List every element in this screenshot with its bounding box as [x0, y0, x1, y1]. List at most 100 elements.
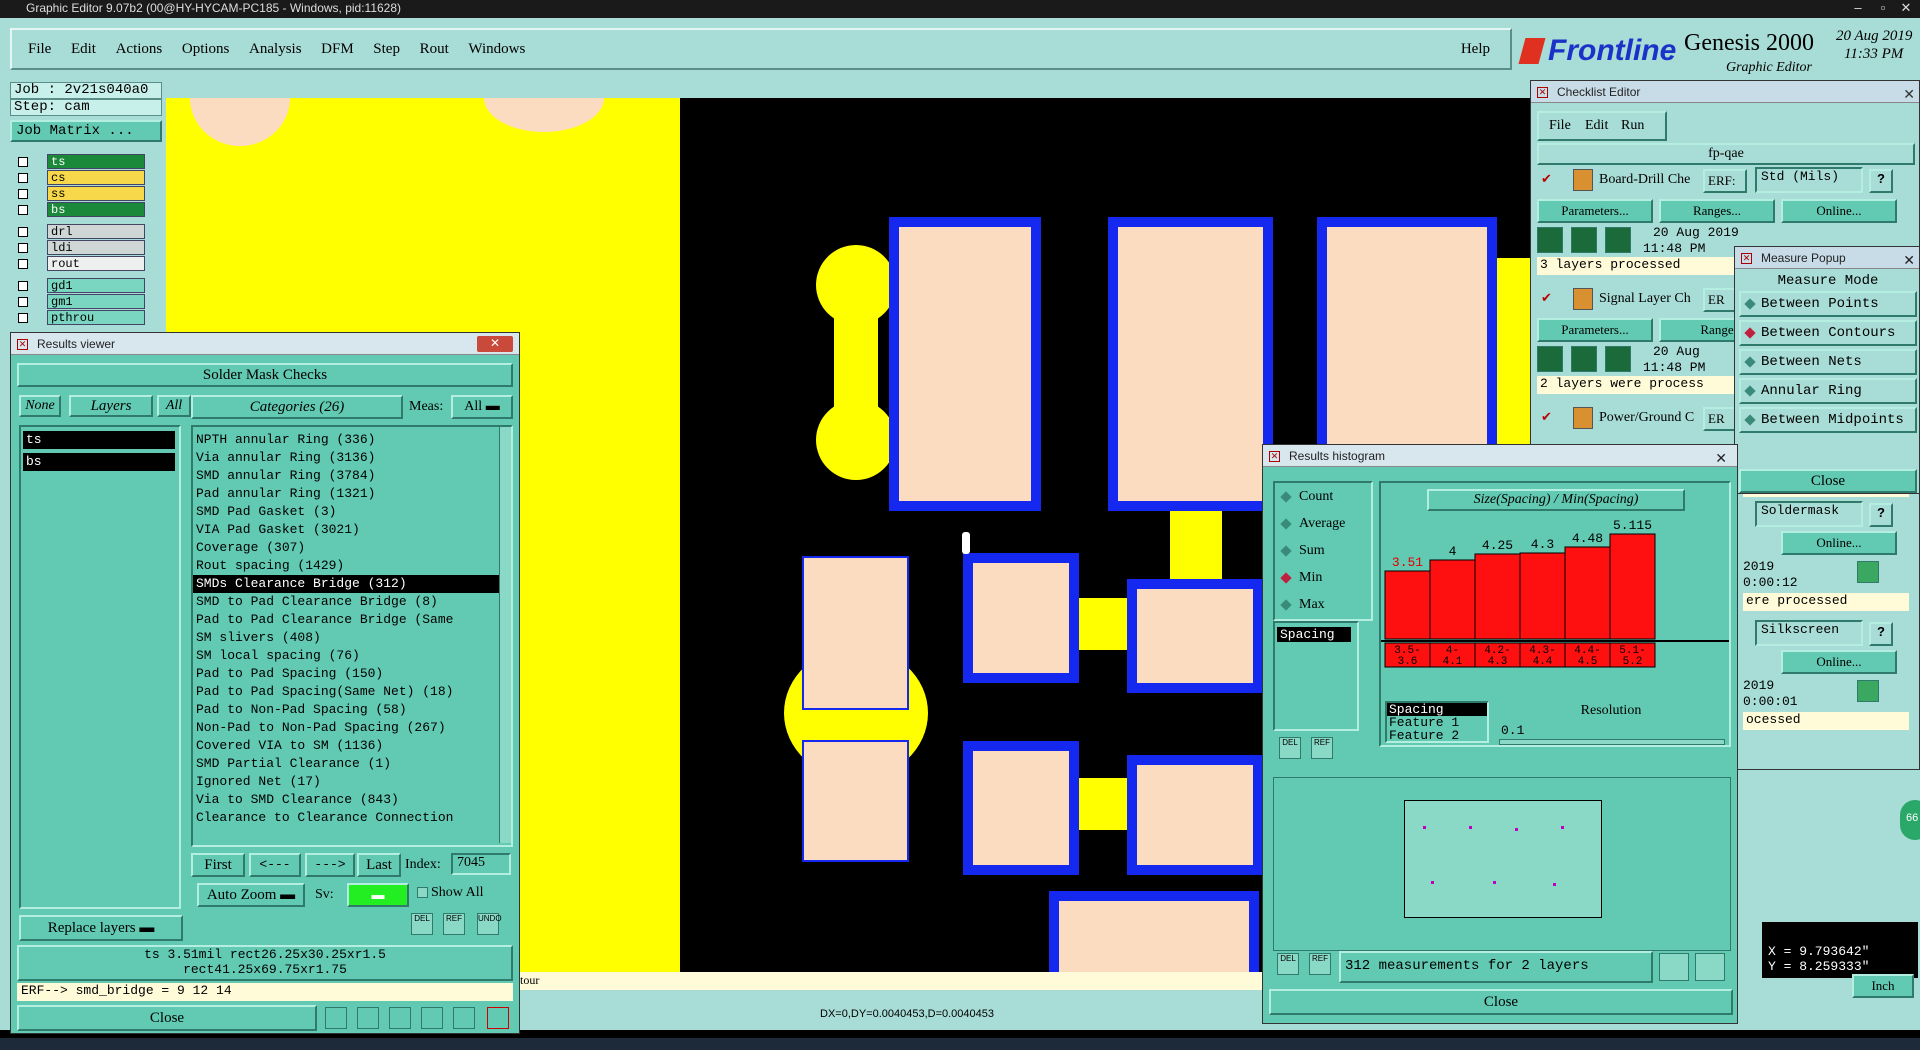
checklist-item-label[interactable]: Signal Layer Ch: [1599, 291, 1691, 307]
category-item[interactable]: Pad to Pad Spacing(Same Net) (18): [193, 683, 511, 701]
menu-step[interactable]: Step: [365, 30, 408, 68]
close-icon[interactable]: ✕: [1903, 83, 1915, 105]
category-item[interactable]: SM local spacing (76): [193, 647, 511, 665]
checklist-item-label[interactable]: Board-Drill Che: [1599, 172, 1690, 188]
category-item[interactable]: Via annular Ring (3136): [193, 449, 511, 467]
histogram-attr-item[interactable]: Feature 2: [1387, 729, 1487, 742]
layer-row[interactable]: drl: [14, 224, 145, 240]
hist-ref-button[interactable]: REF: [1311, 737, 1333, 759]
category-item[interactable]: Pad to Pad Clearance Bridge (Same: [193, 611, 511, 629]
parameters-button[interactable]: Parameters...: [1537, 199, 1653, 223]
measure-mode-option[interactable]: Between Nets: [1739, 349, 1917, 375]
layer-name[interactable]: gm1: [47, 294, 145, 309]
histogram-close-button[interactable]: Close: [1269, 989, 1733, 1015]
check-icon[interactable]: ✔: [1541, 171, 1552, 187]
zoom-icon[interactable]: [1857, 680, 1879, 702]
layer-name[interactable]: ldi: [47, 240, 145, 255]
category-item[interactable]: SMD annular Ring (3784): [193, 467, 511, 485]
measure-mode-option[interactable]: Between Points: [1739, 291, 1917, 317]
histogram-mode-option[interactable]: Max: [1279, 597, 1325, 613]
layer-row[interactable]: gd1: [14, 278, 145, 294]
zoom-fit-icon[interactable]: [1659, 953, 1689, 981]
histogram-mode-option[interactable]: Sum: [1279, 543, 1325, 559]
category-item[interactable]: SM slivers (408): [193, 629, 511, 647]
menu-windows[interactable]: Windows: [460, 30, 533, 68]
all-button[interactable]: All: [157, 395, 191, 417]
layer-name[interactable]: drl: [47, 224, 145, 239]
histogram-bar[interactable]: [1609, 533, 1656, 640]
category-item[interactable]: SMDs Clearance Bridge (312): [193, 575, 511, 593]
index-input[interactable]: 7045: [451, 853, 511, 875]
check-icon[interactable]: ✔: [1541, 290, 1552, 306]
resolution-slider[interactable]: [1499, 739, 1725, 745]
check-icon[interactable]: ✔: [1541, 409, 1552, 425]
category-item[interactable]: SMD to Pad Clearance Bridge (8): [193, 593, 511, 611]
layer-name[interactable]: ss: [47, 186, 145, 201]
prev-ref-button[interactable]: REF: [1309, 953, 1331, 975]
histogram-attr-list[interactable]: Spacing Feature 1 Feature 2: [1385, 701, 1489, 743]
category-item[interactable]: SMD Partial Clearance (1): [193, 755, 511, 773]
layer-results-list[interactable]: ts bs: [19, 425, 181, 909]
layer-row[interactable]: gm1: [14, 294, 145, 310]
layer-checkbox[interactable]: [18, 157, 28, 167]
histogram-bar[interactable]: [1429, 559, 1476, 640]
checklist-item-label[interactable]: Power/Ground C: [1599, 410, 1694, 426]
categories-button[interactable]: Categories (26): [191, 395, 403, 419]
prev-button[interactable]: <---: [249, 853, 301, 877]
help-icon[interactable]: ?: [1869, 169, 1893, 193]
ref-button[interactable]: REF: [443, 913, 465, 935]
layer-row[interactable]: ldi: [14, 240, 145, 256]
layer-checkbox[interactable]: [18, 313, 28, 323]
prev-del-button[interactable]: DEL: [1277, 953, 1299, 975]
layer-name[interactable]: ts: [47, 154, 145, 169]
help-icon[interactable]: ?: [1869, 503, 1893, 527]
replace-layers-select[interactable]: Replace layers ▬: [19, 915, 183, 941]
histogram-bar[interactable]: [1519, 552, 1566, 640]
measure-mode-option[interactable]: Between Midpoints: [1739, 407, 1917, 433]
erf-value[interactable]: Soldermask: [1755, 501, 1863, 527]
meas-select[interactable]: All ▬: [451, 395, 513, 419]
run-all-icon[interactable]: [1605, 346, 1631, 372]
next-button[interactable]: --->: [305, 853, 355, 877]
online-button[interactable]: Online...: [1781, 199, 1897, 223]
histogram-list[interactable]: Spacing: [1273, 621, 1359, 731]
category-item[interactable]: Via to SMD Clearance (843): [193, 791, 511, 809]
menu-actions[interactable]: Actions: [108, 30, 171, 68]
none-button[interactable]: None: [19, 395, 61, 417]
preview-map[interactable]: [1404, 800, 1602, 918]
last-button[interactable]: Last: [357, 853, 401, 877]
layer-name[interactable]: gd1: [47, 278, 145, 293]
ranges-button[interactable]: Ranges...: [1659, 199, 1775, 223]
menu-help[interactable]: Help: [1453, 30, 1498, 68]
menu-file[interactable]: File: [20, 30, 59, 68]
histogram-bar[interactable]: [1564, 546, 1611, 640]
category-item[interactable]: VIA Pad Gasket (3021): [193, 521, 511, 539]
help-icon[interactable]: ?: [1869, 622, 1893, 646]
erf-value[interactable]: Silkscreen: [1755, 620, 1863, 646]
layer-checkbox[interactable]: [18, 189, 28, 199]
minimize-button[interactable]: ‒: [1845, 0, 1871, 16]
histogram-bar[interactable]: [1474, 553, 1521, 640]
histogram-mode-option[interactable]: Count: [1279, 489, 1333, 505]
online-button[interactable]: Online...: [1781, 650, 1897, 674]
layer-name[interactable]: pthrou: [47, 310, 145, 325]
online-button[interactable]: Online...: [1781, 531, 1897, 555]
menu-analysis[interactable]: Analysis: [241, 30, 310, 68]
category-item[interactable]: Pad annular Ring (1321): [193, 485, 511, 503]
checklist-menu-run[interactable]: Run: [1621, 118, 1644, 134]
layer-checkbox[interactable]: [18, 297, 28, 307]
checklist-menu-file[interactable]: File: [1549, 118, 1571, 134]
layer-checkbox[interactable]: [18, 281, 28, 291]
zoom-select-icon[interactable]: [1695, 953, 1725, 981]
first-button[interactable]: First: [191, 853, 245, 877]
parameters-button[interactable]: Parameters...: [1537, 318, 1653, 342]
layer-name[interactable]: bs: [47, 202, 145, 217]
histogram-mode-option[interactable]: Average: [1279, 516, 1345, 532]
category-item[interactable]: Covered VIA to SM (1136): [193, 737, 511, 755]
undo-button[interactable]: UNDO: [477, 913, 502, 935]
histogram-list-item[interactable]: Spacing: [1277, 627, 1351, 642]
layers-button[interactable]: Layers: [69, 395, 153, 417]
category-item[interactable]: Coverage (307): [193, 539, 511, 557]
close-icon[interactable]: ✕: [1903, 249, 1915, 271]
layer-row[interactable]: ss: [14, 186, 145, 202]
